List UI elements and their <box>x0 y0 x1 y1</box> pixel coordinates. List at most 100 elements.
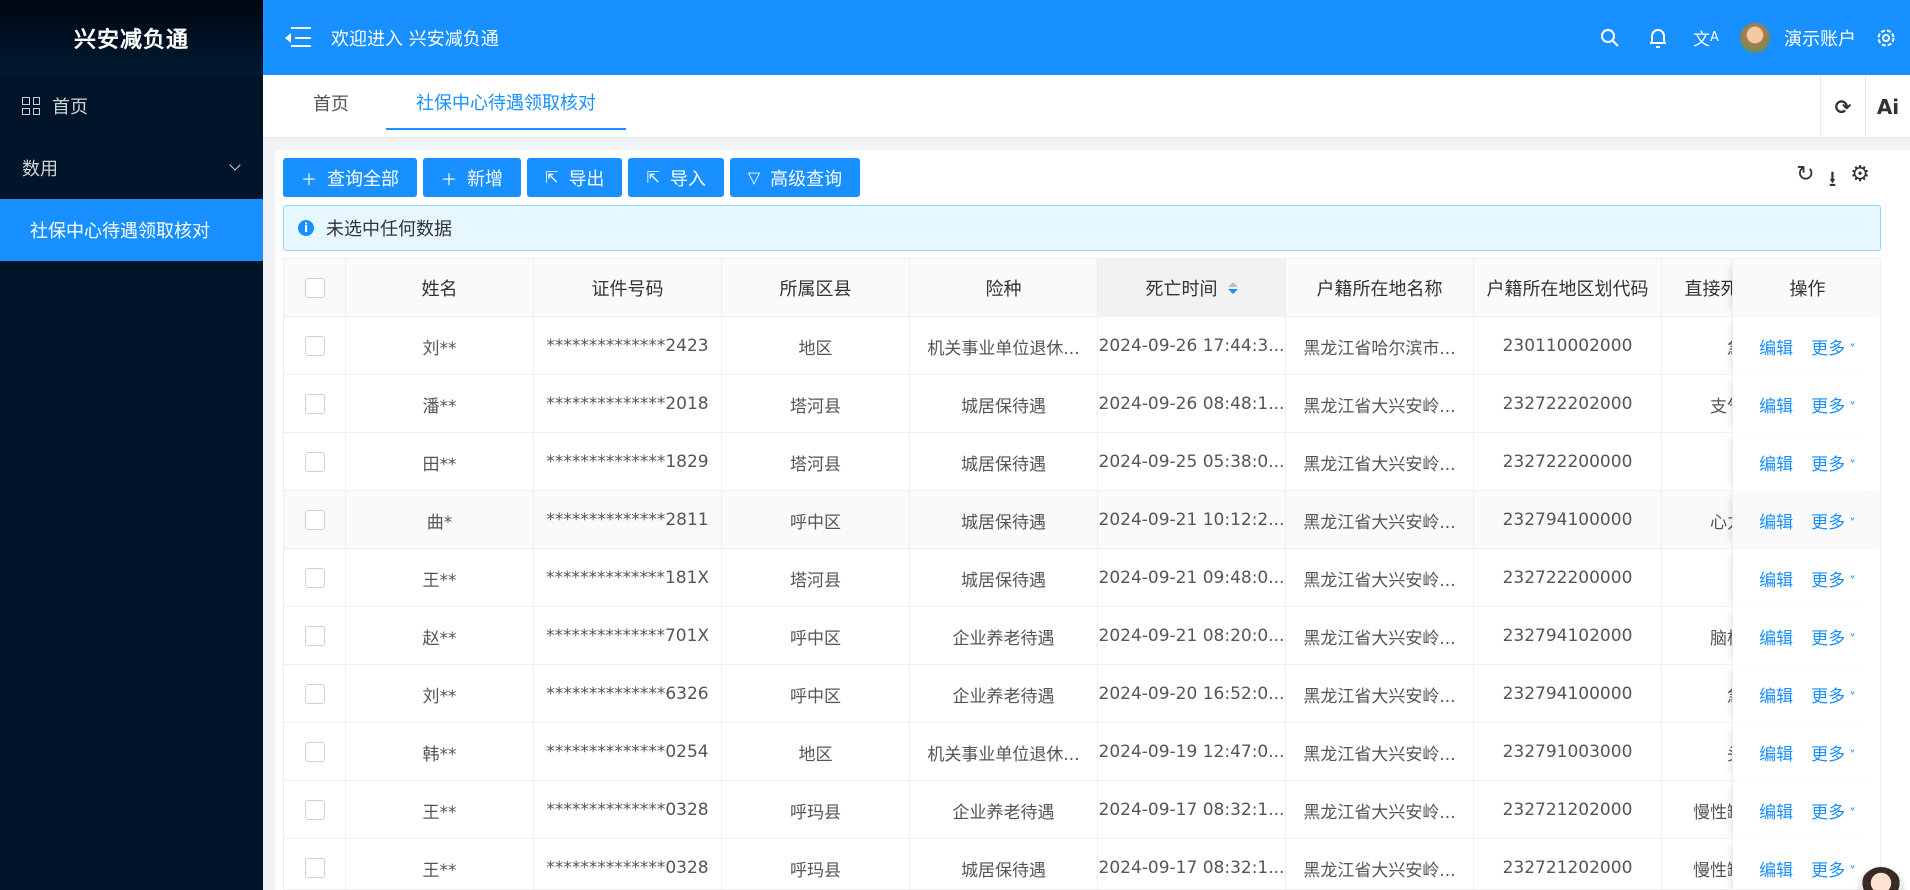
select-all-checkbox[interactable] <box>304 278 325 298</box>
table-row[interactable]: 王** **************0328 呼玛县 企业养老待遇 2024-09-17… <box>284 781 1880 839</box>
edit-link[interactable]: 编辑 <box>1759 566 1793 591</box>
column-header-actions: 操作 <box>1732 259 1880 317</box>
more-dropdown[interactable]: 更多 ˅ <box>1811 508 1856 533</box>
sort-icon[interactable] <box>1227 282 1238 294</box>
edit-link[interactable]: 编辑 <box>1759 508 1793 533</box>
more-label: 更多 <box>1811 396 1846 417</box>
table-row[interactable]: 刘** **************6326 呼中区 企业养老待遇 2024-09-20… <box>284 665 1880 723</box>
search-icon[interactable] <box>1586 0 1634 75</box>
row-checkbox[interactable] <box>304 626 325 646</box>
sidebar-item-social-security-check[interactable]: 社保中心待遇领取核对 <box>0 199 263 261</box>
edit-link[interactable]: 编辑 <box>1759 624 1793 649</box>
table-cell: 刘** <box>346 317 534 375</box>
query-all-button[interactable]: ＋ 查询全部 <box>283 158 418 197</box>
table-cell: **************0328 <box>534 839 722 889</box>
tab-social-security-check[interactable]: 社保中心待遇领取核对 <box>386 75 626 130</box>
more-dropdown[interactable]: 更多 ˅ <box>1811 798 1856 823</box>
refresh-tabs-icon[interactable]: ⟳ <box>1820 75 1865 138</box>
bell-icon[interactable] <box>1634 0 1682 75</box>
chevron-down-icon: ˅ <box>1845 748 1856 764</box>
tabs-bar: 首页 社保中心待遇领取核对 ⟳ Ai <box>263 75 1910 138</box>
chevron-down-icon: ˅ <box>1845 806 1856 822</box>
sidebar-item-label: 社保中心待遇领取核对 <box>30 221 210 242</box>
table-cell: 呼中区 <box>722 491 910 549</box>
gear-icon[interactable] <box>1862 0 1910 75</box>
table-row[interactable]: 刘** **************2423 地区 机关事业单位退休... 2024-0… <box>284 317 1880 375</box>
more-dropdown[interactable]: 更多 ˅ <box>1811 856 1856 881</box>
column-header-sortable[interactable]: 死亡时间 <box>1098 259 1286 317</box>
table-cell: **************0254 <box>534 723 722 781</box>
chevron-down-icon: ˅ <box>1845 400 1856 416</box>
more-dropdown[interactable]: 更多 ˅ <box>1811 682 1856 707</box>
tab-home[interactable]: 首页 <box>313 75 349 130</box>
export-button[interactable]: ⇱ 导出 <box>527 158 623 197</box>
row-checkbox[interactable] <box>304 452 325 472</box>
table-cell: 黑龙江省大兴安岭... <box>1286 781 1474 839</box>
table-row[interactable]: 潘** **************2018 塔河县 城居保待遇 2024-09-26 … <box>284 375 1880 433</box>
edit-link[interactable]: 编辑 <box>1759 682 1793 707</box>
advanced-query-button[interactable]: ▽ 高级查询 <box>729 158 861 197</box>
button-label: 导出 <box>568 168 605 190</box>
import-button[interactable]: ⇱ 导入 <box>628 158 724 197</box>
table-cell: 城居保待遇 <box>910 375 1098 433</box>
column-header[interactable]: 险种 <box>910 259 1098 317</box>
table-cell: 2024-09-21 09:48:0... <box>1098 549 1286 607</box>
table-row[interactable]: 韩** **************0254 地区 机关事业单位退休... 2024-0… <box>284 723 1880 781</box>
column-header[interactable]: 所属区县 <box>722 259 910 317</box>
table-cell: **************0328 <box>534 781 722 839</box>
row-checkbox[interactable] <box>304 742 325 762</box>
table-row[interactable]: 田** **************1829 塔河县 城居保待遇 2024-09-25 … <box>284 433 1880 491</box>
more-dropdown[interactable]: 更多 ˅ <box>1811 566 1856 591</box>
column-header[interactable]: 户籍所在地区划代码 <box>1474 259 1662 317</box>
ai-button[interactable]: Ai <box>1865 75 1910 138</box>
more-dropdown[interactable]: 更多 ˅ <box>1811 624 1856 649</box>
table-cell: 刘** <box>346 665 534 723</box>
edit-link[interactable]: 编辑 <box>1759 450 1793 475</box>
row-checkbox[interactable] <box>304 394 325 414</box>
row-checkbox[interactable] <box>304 684 325 704</box>
row-checkbox[interactable] <box>304 336 325 356</box>
avatar[interactable] <box>1740 22 1770 53</box>
column-header-label: 死亡时间 <box>1145 279 1218 300</box>
column-height-icon[interactable]: ⭳ <box>1829 162 1837 200</box>
table-row[interactable]: 曲* **************2811 呼中区 城居保待遇 2024-09-21 1… <box>284 491 1880 549</box>
column-header[interactable]: 姓名 <box>346 259 534 317</box>
more-dropdown[interactable]: 更多 ˅ <box>1811 740 1856 765</box>
row-checkbox[interactable] <box>304 510 325 530</box>
row-actions: 编辑 更多 ˅ <box>1732 607 1880 665</box>
sidebar-item-home[interactable]: 首页 <box>0 75 263 137</box>
top-header: 欢迎进入 兴安减负通 文A 演示账户 <box>263 0 1910 75</box>
edit-link[interactable]: 编辑 <box>1759 798 1793 823</box>
chevron-down-icon <box>229 159 241 171</box>
more-dropdown[interactable]: 更多 ˅ <box>1811 334 1856 359</box>
settings-icon[interactable]: ⚙ <box>1850 162 1870 200</box>
menu-collapse-icon[interactable] <box>285 26 311 49</box>
edit-link[interactable]: 编辑 <box>1759 856 1793 881</box>
sidebar-item-data[interactable]: 数用 <box>0 137 263 199</box>
row-actions: 编辑 更多 ˅ <box>1732 781 1880 839</box>
translate-icon[interactable]: 文A <box>1682 0 1730 75</box>
edit-link[interactable]: 编辑 <box>1759 392 1793 417</box>
row-checkbox[interactable] <box>304 800 325 820</box>
more-dropdown[interactable]: 更多 ˅ <box>1811 392 1856 417</box>
table-row[interactable]: 王** **************0328 呼玛县 城居保待遇 2024-09-17 … <box>284 839 1880 889</box>
add-button[interactable]: ＋ 新增 <box>423 158 522 197</box>
table-row[interactable]: 赵** **************701X 呼中区 企业养老待遇 2024-09-21… <box>284 607 1880 665</box>
edit-link[interactable]: 编辑 <box>1759 334 1793 359</box>
table-cell: 呼中区 <box>722 607 910 665</box>
table-cell: 2024-09-25 05:38:0... <box>1098 433 1286 491</box>
table-cell: 塔河县 <box>722 549 910 607</box>
row-checkbox[interactable] <box>304 568 325 588</box>
more-dropdown[interactable]: 更多 ˅ <box>1811 450 1856 475</box>
reload-icon[interactable]: ↻ <box>1796 162 1814 200</box>
column-header[interactable]: 户籍所在地名称 <box>1286 259 1474 317</box>
edit-link[interactable]: 编辑 <box>1759 740 1793 765</box>
row-actions: 编辑 更多 ˅ <box>1732 723 1880 781</box>
table-row[interactable]: 王** **************181X 塔河县 城居保待遇 2024-09-21 … <box>284 549 1880 607</box>
column-header[interactable]: 证件号码 <box>534 259 722 317</box>
table-cell: 地区 <box>722 317 910 375</box>
chevron-down-icon: ˅ <box>1845 864 1856 880</box>
row-checkbox[interactable] <box>304 858 325 878</box>
import-icon: ⇱ <box>646 168 660 187</box>
user-name[interactable]: 演示账户 <box>1784 25 1856 51</box>
